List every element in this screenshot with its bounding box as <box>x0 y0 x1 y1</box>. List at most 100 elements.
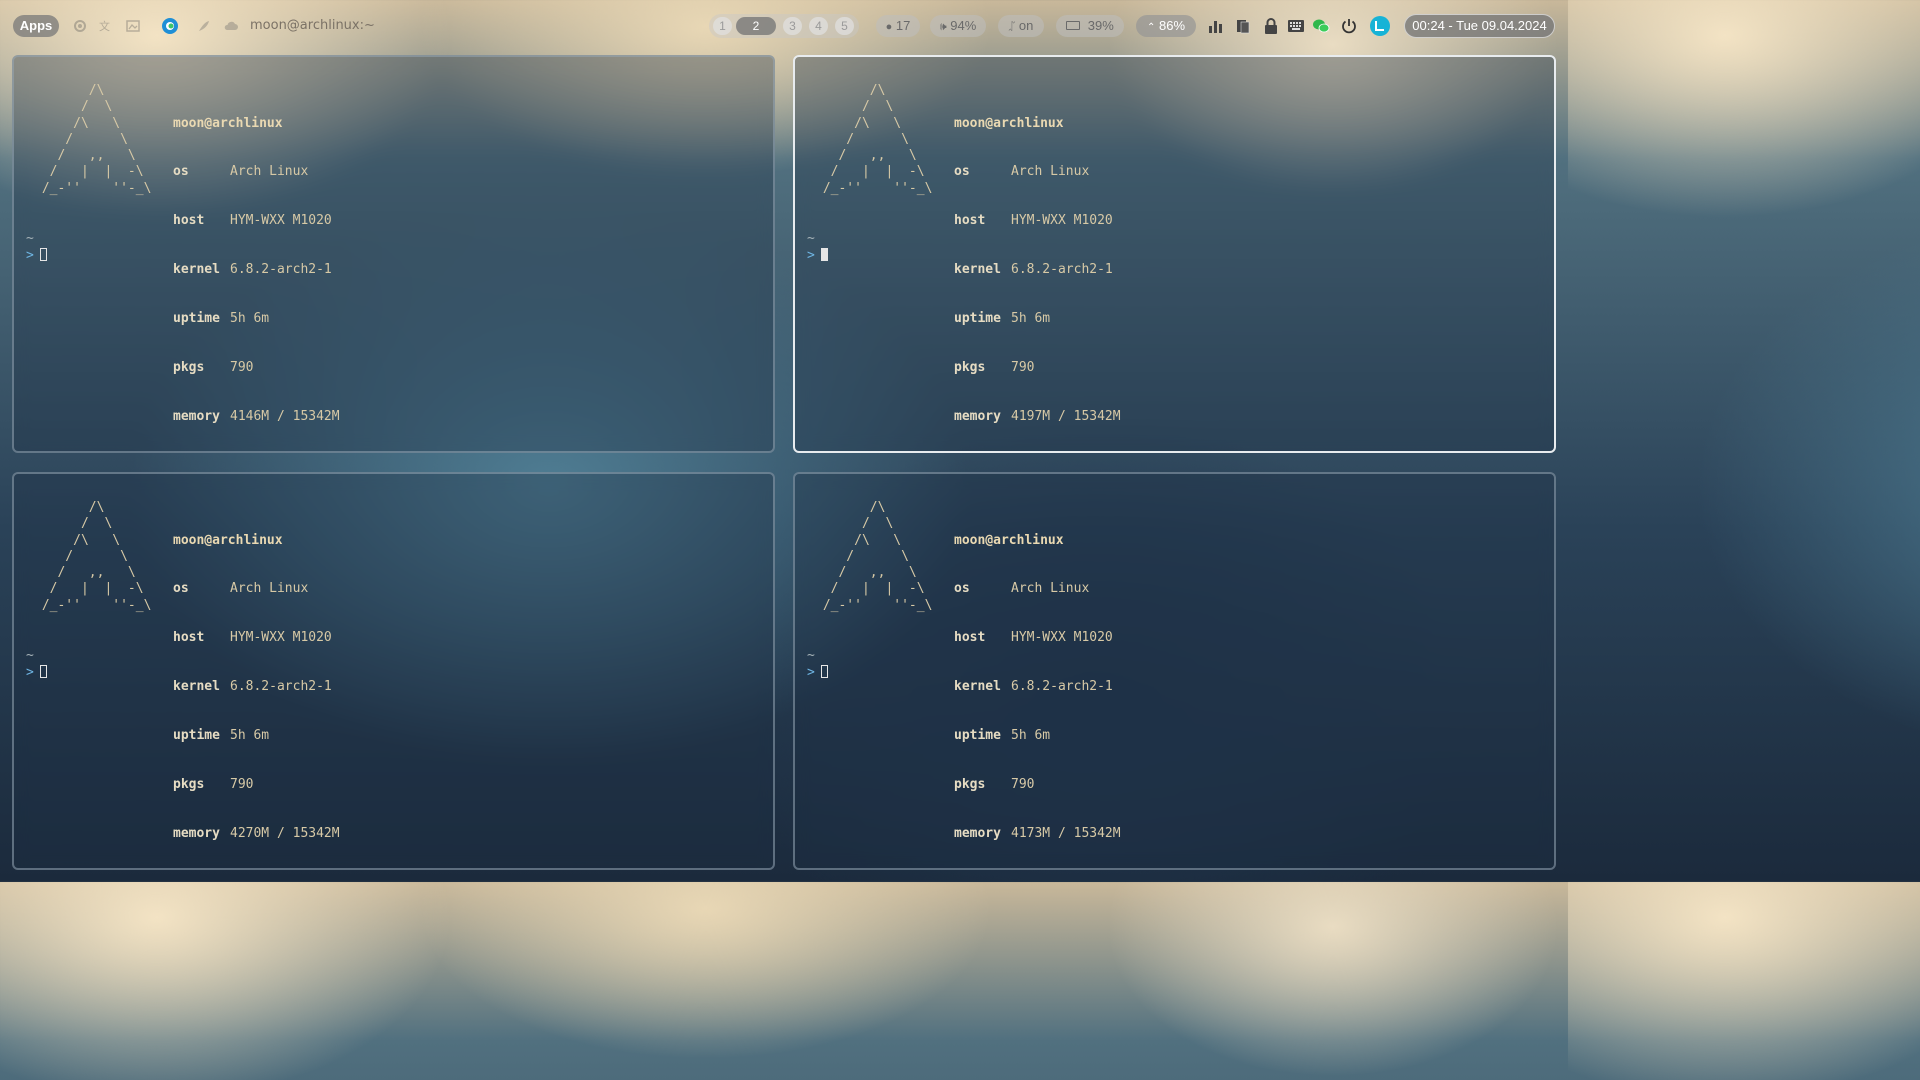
kernel-label: kernel <box>954 679 1001 695</box>
wifi-icon: ⌃ <box>1146 22 1156 33</box>
screenshot-icon[interactable] <box>125 18 141 34</box>
memory-label: memory <box>173 408 220 424</box>
volume-level: 94% <box>950 18 977 33</box>
cloud-icon[interactable] <box>223 18 239 34</box>
uptime-value: 5h 6m <box>230 728 270 744</box>
apps-button[interactable]: Apps <box>13 15 59 37</box>
workspace-switcher: 1 2 3 4 5 <box>709 14 859 38</box>
os-value: Arch Linux <box>230 581 309 597</box>
uptime-value: 5h 6m <box>1011 311 1051 327</box>
host-value: HYM-WXX M1020 <box>1011 213 1113 229</box>
terminal-content[interactable]: /\ / \ /\ \ / \ / ,, \ / | | -\ /_-'' ''… <box>795 474 1554 868</box>
uptime-label: uptime <box>173 728 220 744</box>
text-cursor <box>39 248 47 261</box>
memory-value: 4197M / 15342M <box>1011 408 1121 424</box>
memory-value: 4173M / 15342M <box>1011 825 1121 841</box>
prompt-line[interactable]: > <box>807 248 828 264</box>
os-label: os <box>173 581 189 597</box>
text-cursor <box>39 665 47 678</box>
pkgs-value: 790 <box>230 360 254 376</box>
volume-indicator[interactable]: 🕪 94% <box>930 15 986 37</box>
os-label: os <box>954 581 970 597</box>
arch-logo-ascii: /\ / \ /\ \ / \ / ,, \ / | | -\ /_-'' ''… <box>41 83 152 196</box>
text-cursor <box>820 665 828 678</box>
feather-icon[interactable] <box>196 18 212 34</box>
arch-logo-ascii: /\ / \ /\ \ / \ / ,, \ / | | -\ /_-'' ''… <box>822 500 933 613</box>
keyboard-icon[interactable] <box>1287 17 1305 35</box>
prompt-symbol: > <box>807 248 815 263</box>
prompt-symbol: > <box>26 665 34 680</box>
pkgs-label: pkgs <box>954 777 986 793</box>
terminal-window-top-left[interactable]: /\ / \ /\ \ / \ / ,, \ / | | -\ /_-'' ''… <box>12 55 775 453</box>
user-host: moon@archlinux <box>954 115 1064 131</box>
battery-indicator[interactable]: 39% <box>1056 15 1124 37</box>
host-label: host <box>173 630 205 646</box>
host-label: host <box>954 213 986 229</box>
bluetooth-indicator[interactable]: ᛢ on <box>998 15 1044 37</box>
workspace-2[interactable]: 2 <box>736 17 776 35</box>
uptime-label: uptime <box>954 311 1001 327</box>
power-icon[interactable] <box>1340 17 1358 35</box>
pkgs-label: pkgs <box>173 777 205 793</box>
speaker-icon: 🕪 <box>939 21 947 33</box>
host-value: HYM-WXX M1020 <box>230 213 332 229</box>
workspace-4[interactable]: 4 <box>809 17 828 35</box>
terminal-window-bottom-left[interactable]: /\ / \ /\ \ / \ / ,, \ / | | -\ /_-'' ''… <box>12 472 775 870</box>
updates-count: 17 <box>895 18 911 33</box>
prompt-symbol: > <box>807 665 815 680</box>
app-logo-icon[interactable] <box>1370 16 1390 36</box>
terminal-content[interactable]: /\ / \ /\ \ / \ / ,, \ / | | -\ /_-'' ''… <box>795 57 1554 451</box>
lock-icon[interactable] <box>1262 17 1280 35</box>
top-bar: Apps 文 moon@archlinux:~ 1 2 3 4 5 ● 17 🕪… <box>0 0 1568 52</box>
user-host: moon@archlinux <box>173 115 283 131</box>
user-host: moon@archlinux <box>173 532 283 548</box>
bar-chart-icon[interactable] <box>1207 17 1225 35</box>
svg-text:文: 文 <box>99 19 110 33</box>
memory-value: 4270M / 15342M <box>230 825 340 841</box>
kernel-value: 6.8.2-arch2-1 <box>230 262 332 278</box>
fetch-info: moon@archlinux os Arch Linux host HYM-WXX … <box>173 500 340 868</box>
text-cursor <box>820 248 828 261</box>
workspace-3[interactable]: 3 <box>783 17 802 35</box>
updates-indicator[interactable]: ● 17 <box>876 15 920 37</box>
arch-logo-ascii: /\ / \ /\ \ / \ / ,, \ / | | -\ /_-'' ''… <box>822 83 933 196</box>
kernel-label: kernel <box>173 679 220 695</box>
os-value: Arch Linux <box>1011 581 1090 597</box>
wifi-indicator[interactable]: ⌃ 86% <box>1136 15 1196 37</box>
settings-icon[interactable] <box>72 18 88 34</box>
workspace-5[interactable]: 5 <box>835 17 854 35</box>
memory-label: memory <box>954 408 1001 424</box>
terminal-window-top-right[interactable]: /\ / \ /\ \ / \ / ,, \ / | | -\ /_-'' ''… <box>793 55 1556 453</box>
terminal-content[interactable]: /\ / \ /\ \ / \ / ,, \ / | | -\ /_-'' ''… <box>14 57 773 451</box>
clock[interactable]: 00:24 - Tue 09.04.2024 <box>1404 14 1555 38</box>
uptime-label: uptime <box>173 311 220 327</box>
kernel-label: kernel <box>954 262 1001 278</box>
wifi-signal: 86% <box>1158 18 1186 33</box>
kernel-value: 6.8.2-arch2-1 <box>1011 679 1113 695</box>
uptime-value: 5h 6m <box>1011 728 1051 744</box>
pkgs-value: 790 <box>1011 360 1035 376</box>
prompt-symbol: > <box>26 248 34 263</box>
terminal-window-bottom-right[interactable]: /\ / \ /\ \ / \ / ,, \ / | | -\ /_-'' ''… <box>793 472 1556 870</box>
os-value: Arch Linux <box>1011 164 1090 180</box>
edge-browser-icon[interactable] <box>161 17 179 35</box>
cwd: ~ <box>807 231 815 246</box>
terminal-content[interactable]: /\ / \ /\ \ / \ / ,, \ / | | -\ /_-'' ''… <box>14 474 773 868</box>
clipboard-icon[interactable] <box>1234 17 1252 35</box>
pkgs-value: 790 <box>1011 777 1035 793</box>
bluetooth-icon: ᛢ <box>1008 21 1016 33</box>
prompt-line[interactable]: > <box>807 665 828 681</box>
battery-level: 39% <box>1087 18 1114 33</box>
translate-icon[interactable]: 文 <box>98 18 114 34</box>
uptime-label: uptime <box>954 728 1001 744</box>
host-value: HYM-WXX M1020 <box>230 630 332 646</box>
updates-icon: ● <box>885 21 893 33</box>
prompt-line[interactable]: > <box>26 665 47 681</box>
prompt-line[interactable]: > <box>26 248 47 264</box>
pkgs-label: pkgs <box>173 360 205 376</box>
workspace-1[interactable]: 1 <box>713 17 732 35</box>
cwd: ~ <box>26 231 34 246</box>
wechat-icon[interactable] <box>1312 17 1330 35</box>
host-value: HYM-WXX M1020 <box>1011 630 1113 646</box>
fetch-info: moon@archlinux os Arch Linux host HYM-WXX … <box>173 83 340 451</box>
